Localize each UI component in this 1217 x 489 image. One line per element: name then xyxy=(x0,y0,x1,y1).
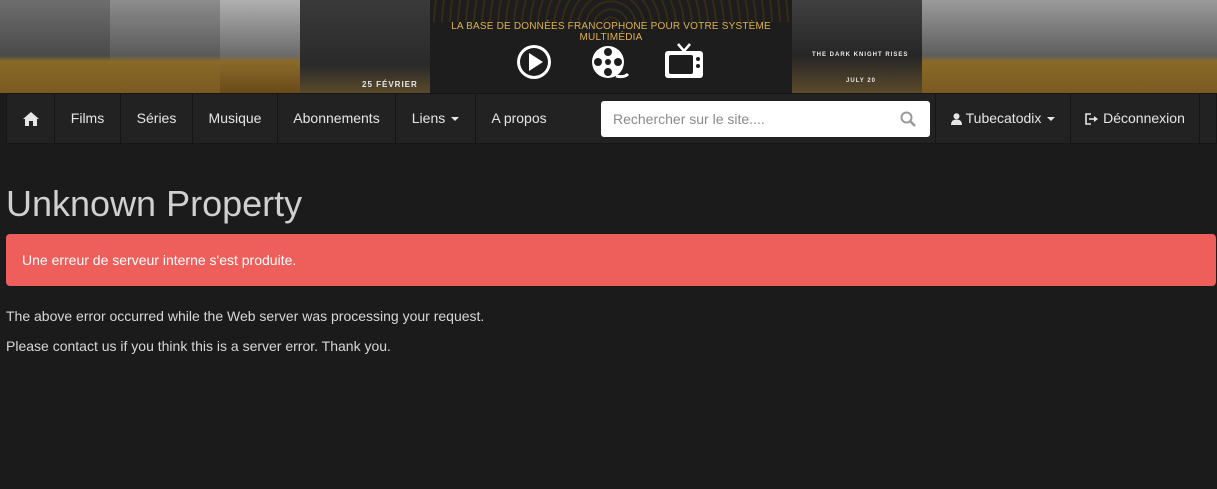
error-description: The above error occurred while the Web s… xyxy=(6,308,485,324)
logout-button[interactable]: Déconnexion xyxy=(1071,94,1200,143)
banner-icons xyxy=(430,42,792,82)
nav-item-abonnements[interactable]: Abonnements xyxy=(278,94,396,143)
film-reel-icon[interactable] xyxy=(590,42,630,82)
chevron-down-icon xyxy=(451,117,460,122)
user-menu[interactable]: Tubecatodix xyxy=(935,94,1071,143)
banner-center: LA BASE DE DONNÉES FRANCOPHONE POUR VOTR… xyxy=(430,0,792,93)
banner-decoration xyxy=(430,0,792,22)
nav-item-series[interactable]: Séries xyxy=(121,94,193,143)
banner-poster: THE DARK KNIGHT RISES JULY 20 xyxy=(792,0,922,93)
poster-date: 25 FÉVRIER xyxy=(362,80,418,89)
nav-item-liens[interactable]: Liens xyxy=(396,94,476,143)
banner-poster xyxy=(0,0,110,93)
nav-item-musique[interactable]: Musique xyxy=(193,94,278,143)
banner-poster: 25 FÉVRIER xyxy=(300,0,430,93)
sign-out-icon xyxy=(1085,113,1099,126)
header-banner: 25 FÉVRIER THE DARK KNIGHT RISES JULY 20… xyxy=(0,0,1217,93)
main-navbar: Films Séries Musique Abonnements Liens A… xyxy=(6,93,1217,144)
nav-item-films[interactable]: Films xyxy=(55,94,121,143)
nav-home[interactable] xyxy=(7,94,55,143)
search-icon[interactable] xyxy=(900,111,916,127)
contact-message: Please contact us if you think this is a… xyxy=(6,338,391,354)
play-icon[interactable] xyxy=(514,42,554,82)
banner-poster xyxy=(110,0,220,93)
user-icon xyxy=(950,113,962,126)
banner-tagline: LA BASE DE DONNÉES FRANCOPHONE POUR VOTR… xyxy=(451,21,771,43)
page-title: Unknown Property xyxy=(6,183,303,224)
banner-poster xyxy=(220,0,300,93)
nav-item-label: Liens xyxy=(411,110,446,126)
chevron-down-icon xyxy=(1047,117,1056,122)
banner-poster xyxy=(922,0,1217,93)
user-name: Tubecatodix xyxy=(965,110,1042,126)
logout-label: Déconnexion xyxy=(1103,110,1185,126)
search-input[interactable] xyxy=(601,101,891,137)
nav-item-a-propos[interactable]: A propos xyxy=(476,94,562,143)
tv-icon[interactable] xyxy=(664,42,704,82)
poster-release: JULY 20 xyxy=(846,78,877,84)
home-icon xyxy=(22,112,39,127)
poster-title: THE DARK KNIGHT RISES xyxy=(812,52,909,58)
error-alert: Une erreur de serveur interne s'est prod… xyxy=(6,234,1216,286)
search-box xyxy=(601,101,930,137)
